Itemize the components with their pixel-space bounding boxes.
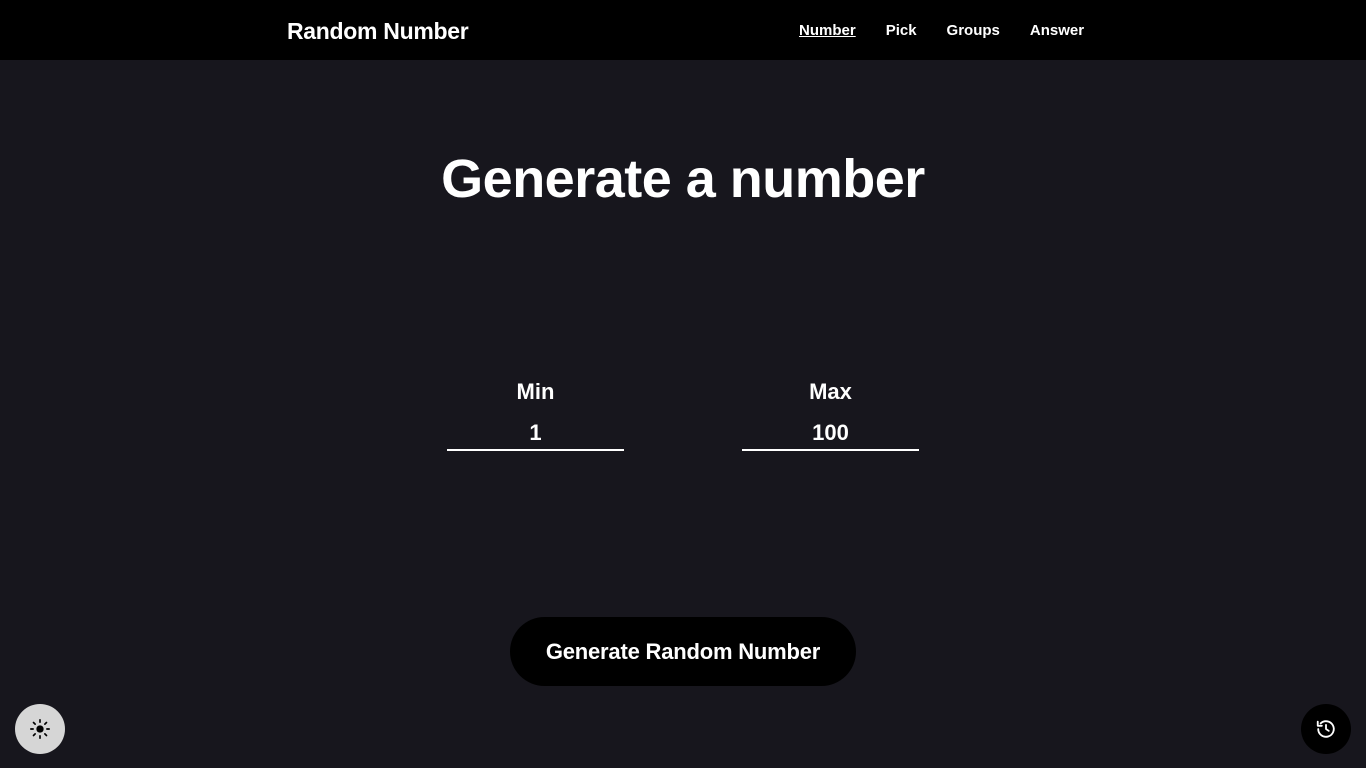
min-field-group: Min: [447, 378, 624, 451]
history-button[interactable]: [1301, 704, 1351, 754]
min-label: Min: [516, 379, 555, 404]
top-navbar: Random Number Number Pick Groups Answer: [0, 0, 1366, 60]
sun-icon: [30, 719, 50, 739]
page-title: Generate a number: [441, 149, 925, 209]
min-input[interactable]: [447, 419, 624, 451]
nav-links: Number Pick Groups Answer: [799, 21, 1084, 41]
nav-link-number[interactable]: Number: [799, 21, 856, 41]
theme-toggle-button[interactable]: [15, 704, 65, 754]
brand-logo-link[interactable]: Random Number: [287, 17, 469, 45]
generate-random-number-button[interactable]: Generate Random Number: [510, 617, 856, 686]
nav-link-answer[interactable]: Answer: [1030, 21, 1084, 41]
nav-link-pick[interactable]: Pick: [886, 21, 917, 41]
max-field-group: Max: [742, 378, 919, 451]
max-label: Max: [809, 379, 852, 404]
history-icon: [1316, 720, 1335, 738]
max-input[interactable]: [742, 419, 919, 451]
nav-link-groups[interactable]: Groups: [947, 21, 1000, 41]
